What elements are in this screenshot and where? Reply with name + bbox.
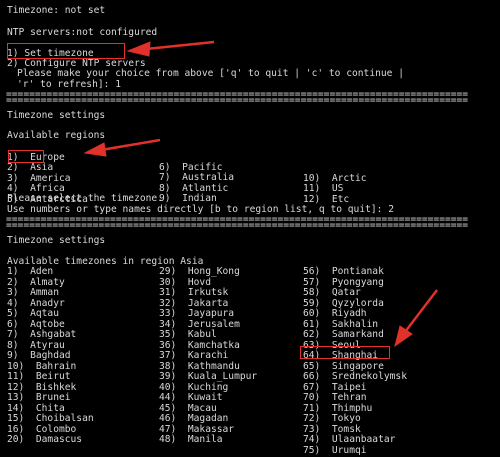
timezone-row: 3) Amman 31) Irkutsk 58) Qatar	[7, 287, 487, 299]
timezone-option[interactable]: 35) Kabul	[159, 329, 217, 341]
timezone-row: 5) Aqtau 33) Jayapura 60) Riyadh	[7, 308, 487, 320]
timezone-option[interactable]: 5) Aqtau	[7, 308, 59, 320]
separator: ========================================…	[6, 221, 469, 231]
timezone-option[interactable]: 66) Srednekolymsk	[303, 371, 407, 383]
timezone-option[interactable]: 74) Ulaanbaatar	[303, 434, 395, 446]
separator: ========================================…	[6, 96, 469, 106]
timezone-option[interactable]: 46) Magadan	[159, 413, 228, 425]
regions-row: 2) Asia 7) Australia 11) US	[7, 152, 487, 193]
timezone-option[interactable]: 33) Jayapura	[159, 308, 234, 320]
timezone-option[interactable]: 72) Tokyo	[303, 413, 361, 425]
terminal-window: Timezone: not set NTP servers:not config…	[0, 0, 500, 455]
timezone-row: 13) Brunei 44) Kuwait 70) Tehran	[7, 392, 487, 404]
timezone-row: 15) Choibalsan 46) Magadan 72) Tokyo	[7, 413, 487, 425]
regions-row: 4) Africa 9) Indian	[7, 173, 487, 204]
timezone-option[interactable]: 60) Riyadh	[303, 308, 367, 320]
timezone-row: 1) Aden 29) Hong_Kong 56) Pontianak	[7, 266, 487, 278]
highlight-box	[8, 150, 44, 163]
timezone-option[interactable]: 7) Ashgabat	[7, 329, 76, 341]
timezone-option[interactable]: 44) Kuwait	[159, 392, 223, 404]
highlight-box	[300, 346, 390, 359]
arrow-head-icon	[126, 41, 151, 57]
timezone-option[interactable]: 1) Aden	[7, 266, 53, 278]
timezone-row: 9) Baghdad 37) Karachi 64) Shanghai	[7, 350, 487, 362]
timezone-status: Timezone: not set	[7, 5, 106, 16]
timezone-row: 7) Ashgabat 35) Kabul 62) Samarkand	[7, 329, 487, 341]
arrow-icon	[145, 40, 215, 51]
timezone-option[interactable]: 9) Baghdad	[7, 350, 71, 362]
section-title: Timezone settings	[7, 235, 106, 246]
timezone-option[interactable]: 70) Tehran	[303, 392, 367, 404]
timezone-option[interactable]: 56) Pontianak	[303, 266, 384, 278]
timezone-option[interactable]: 39) Kuala_Lumpur	[159, 371, 257, 383]
section-title: Timezone settings	[7, 110, 106, 121]
timezone-option[interactable]: 20) Damascus	[7, 434, 82, 446]
timezone-option[interactable]: 31) Irkutsk	[159, 287, 228, 299]
timezone-option[interactable]: 3) Amman	[7, 287, 59, 299]
regions-heading: Available regions	[7, 130, 106, 141]
timezone-option[interactable]: 11) Beirut	[7, 371, 71, 383]
timezone-row: 11) Beirut 39) Kuala_Lumpur 66) Srednekoly…	[7, 371, 487, 383]
timezone-option[interactable]: 58) Qatar	[303, 287, 361, 299]
ntp-status: NTP servers:not configured	[7, 27, 158, 38]
timezone-option[interactable]: 13) Brunei	[7, 392, 71, 404]
timezone-option[interactable]: 15) Choibalsan	[7, 413, 94, 425]
highlight-box	[7, 43, 125, 59]
timezone-option[interactable]: 62) Samarkand	[303, 329, 384, 341]
timezone-row: 20) Damascus 48) Manila 74) Ulaanbaatar	[7, 434, 487, 446]
timezone-option[interactable]: 48) Manila	[159, 434, 223, 446]
timezone-option[interactable]: 37) Karachi	[159, 350, 228, 362]
timezone-option[interactable]: 29) Hong_Kong	[159, 266, 240, 278]
